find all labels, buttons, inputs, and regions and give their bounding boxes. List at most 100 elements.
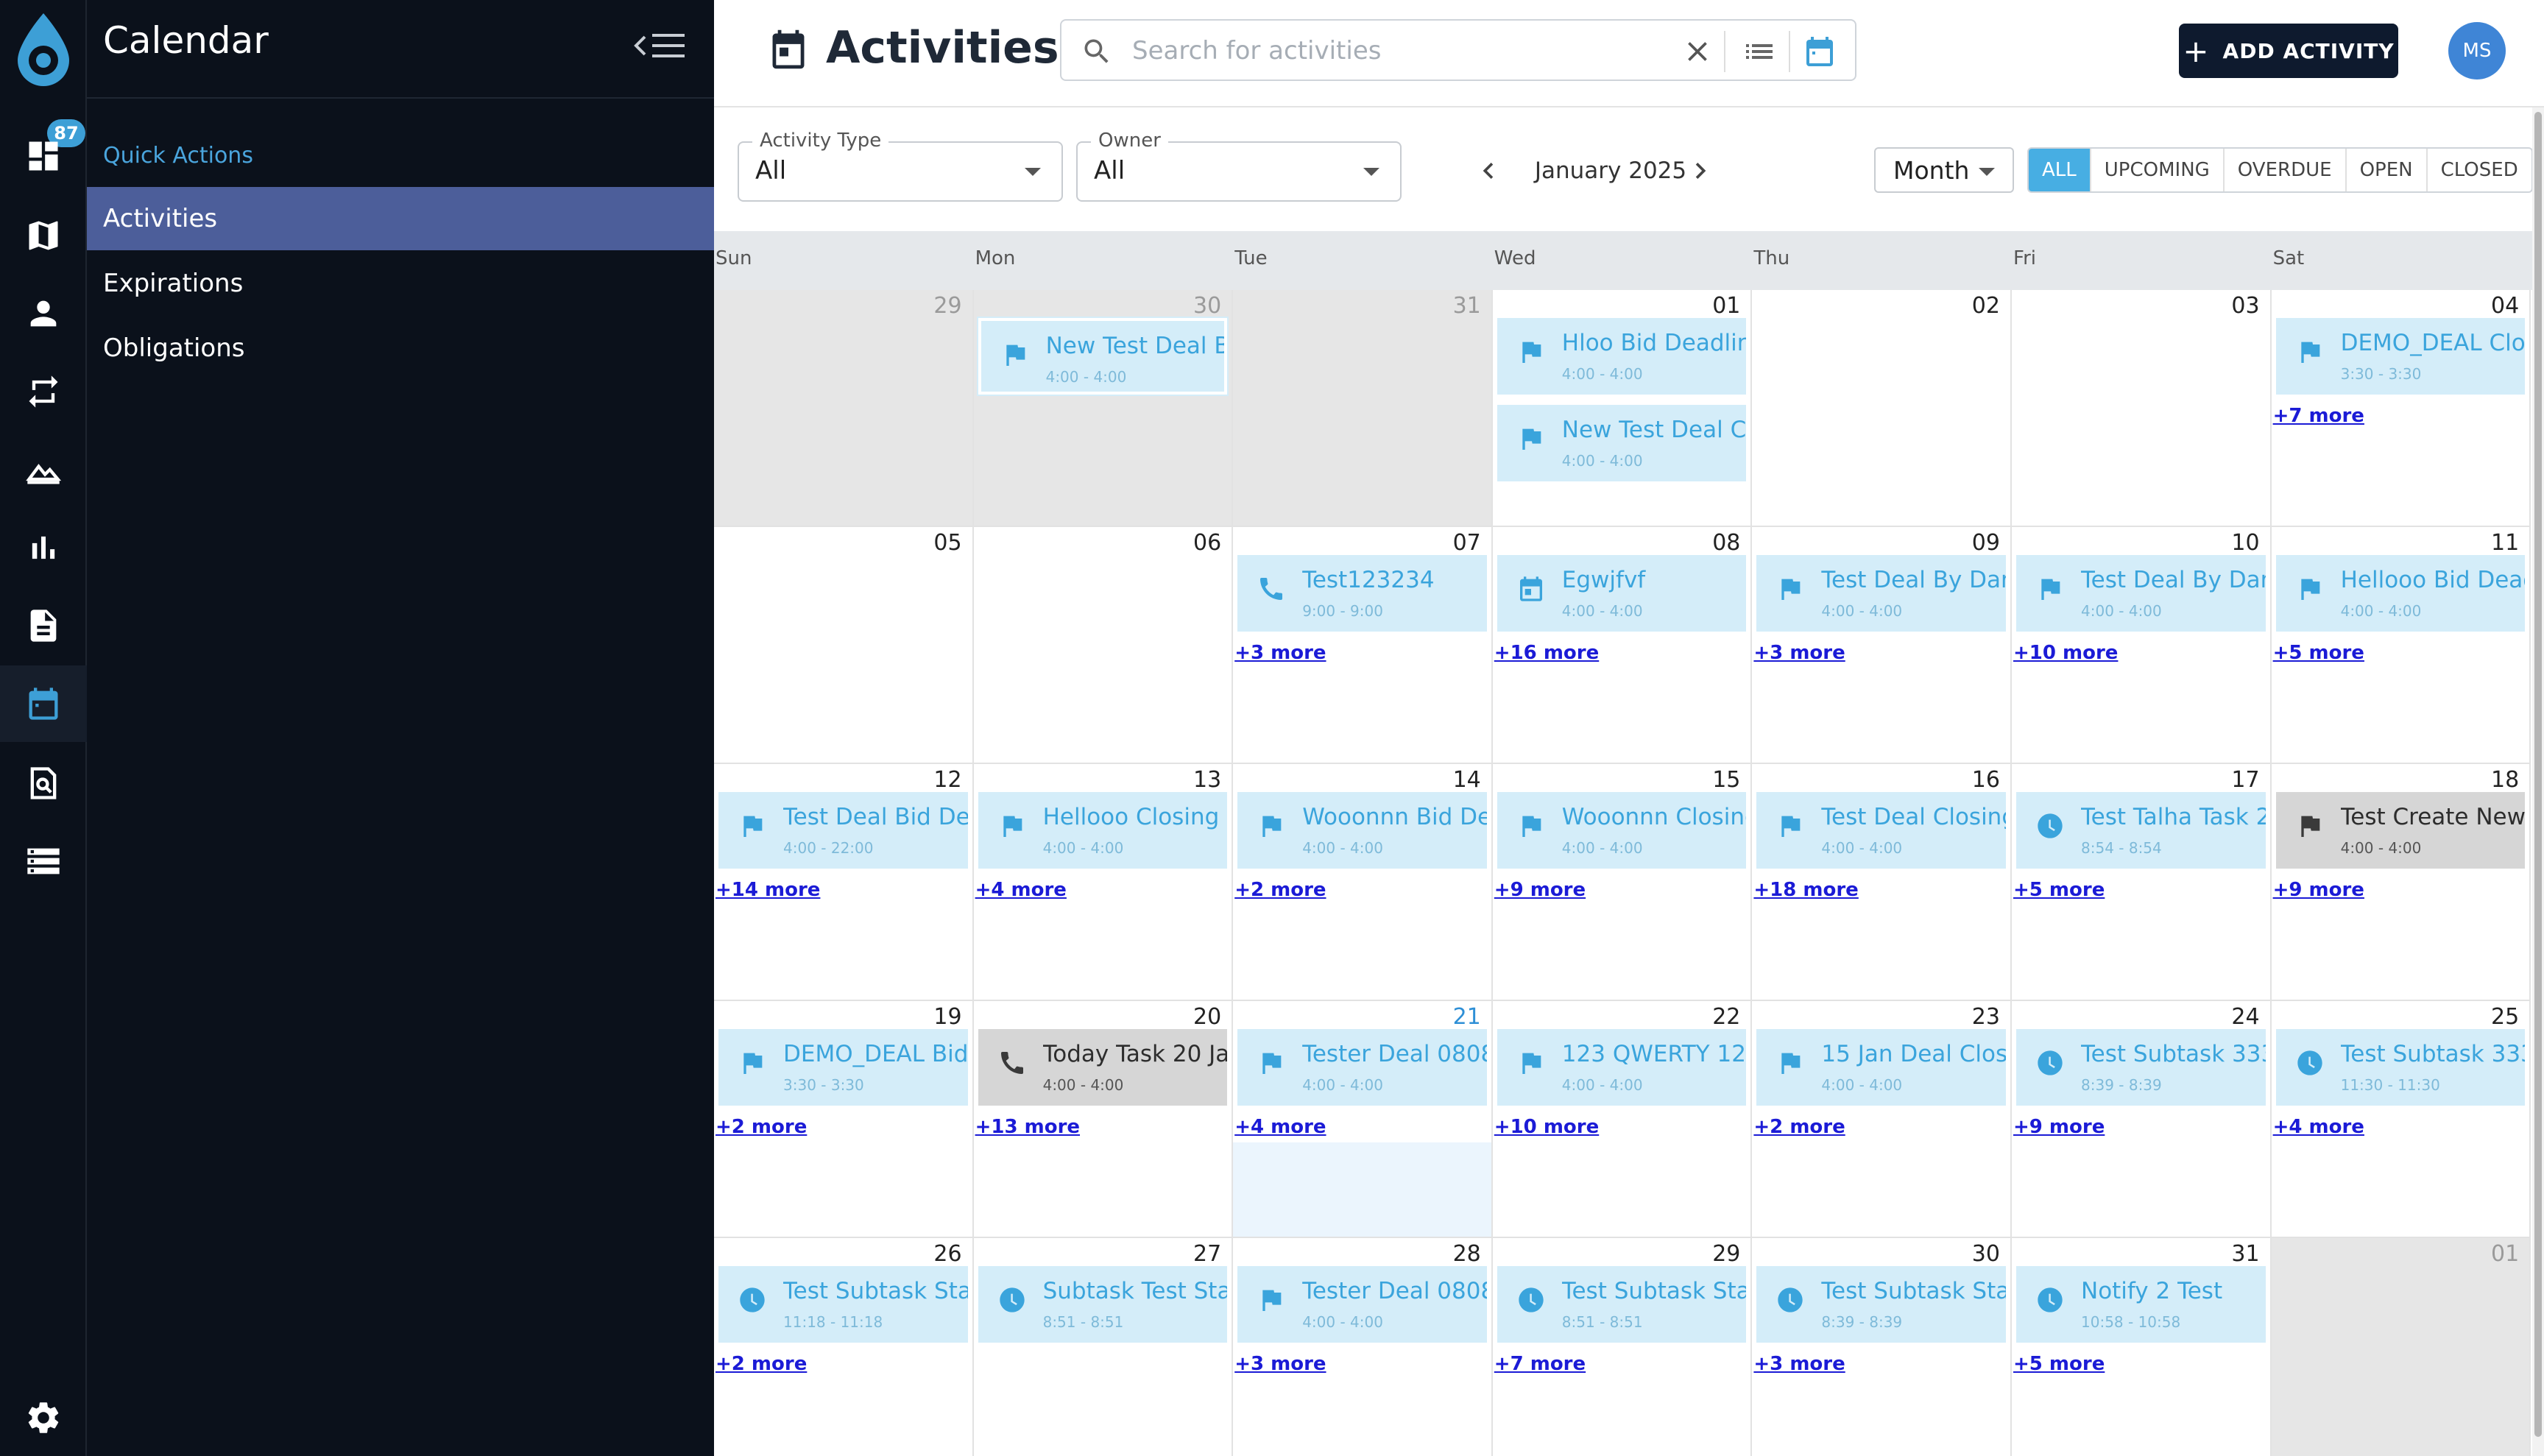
event-chip[interactable]: Today Task 20 Jan 4:00 - 4:00 [978,1029,1228,1106]
calendar-day[interactable]: 02 [1752,290,2012,527]
more-events-link[interactable]: +2 more [1234,879,1326,901]
event-chip[interactable]: Hellooo Closing 4:00 - 4:00 [978,792,1228,869]
list-view-icon[interactable] [1742,34,1777,69]
calendar-day[interactable]: 23 15 Jan Deal Closin 4:00 - 4:00 +2 more [1752,1001,2012,1238]
calendar-day[interactable]: 28 Tester Deal 0808 C 4:00 - 4:00 +3 more [1233,1238,1493,1456]
more-events-link[interactable]: +5 more [2273,642,2364,664]
status-open-button[interactable]: OPEN [2345,149,2426,191]
calendar-day[interactable]: 11 Hellooo Bid Deadli 4:00 - 4:00 +5 more [2271,527,2531,764]
more-events-link[interactable]: +10 more [1494,1116,1599,1138]
calendar-day[interactable]: 08 Egwjfvf 4:00 - 4:00 +16 more [1492,527,1753,764]
calendar-day[interactable]: 30 Test Subtask Stag 8:39 - 8:39 +3 more [1752,1238,2012,1456]
rail-calendar[interactable] [0,665,87,742]
calendar-day[interactable]: 29 [714,290,974,527]
status-all-button[interactable]: ALL [2029,149,2090,191]
more-events-link[interactable]: +2 more [716,1353,807,1375]
calendar-day[interactable]: 29 Test Subtask Stag 8:51 - 8:51 +7 more [1492,1238,1753,1456]
avatar[interactable]: MS [2448,22,2506,79]
calendar-day[interactable]: 31 Notify 2 Test 10:58 - 10:58 +5 more [2012,1238,2272,1456]
more-events-link[interactable]: +18 more [1753,879,1858,901]
previous-month-icon[interactable] [1472,155,1505,187]
more-events-link[interactable]: +16 more [1494,642,1599,664]
calendar-day[interactable]: 03 [2012,290,2272,527]
calendar-day[interactable]: 10 Test Deal By Dann 4:00 - 4:00 +10 more [2012,527,2272,764]
event-chip[interactable]: Test Subtask Stag 11:18 - 11:18 [718,1266,968,1343]
calendar-day[interactable]: 05 [714,527,974,764]
calendar-day[interactable]: 04 DEMO_DEAL Closin 3:30 - 3:30 +7 more [2271,290,2531,527]
calendar-day[interactable]: 14 Wooonnn Bid Dead 4:00 - 4:00 +2 more [1233,764,1493,1001]
calendar-day[interactable]: 17 Test Talha Task 2 8:54 - 8:54 +5 more [2012,764,2272,1001]
event-chip[interactable]: Egwjfvf 4:00 - 4:00 [1497,555,1747,632]
event-chip[interactable]: DEMO_DEAL Closin 3:30 - 3:30 [2275,318,2526,395]
event-chip[interactable]: Test Deal Bid Dead 4:00 - 22:00 [718,792,968,869]
event-chip[interactable]: Wooonnn Closing 4:00 - 4:00 [1497,792,1747,869]
more-events-link[interactable]: +5 more [2013,1353,2105,1375]
calendar-day[interactable]: 20 Today Task 20 Jan 4:00 - 4:00 +13 more [973,1001,1234,1238]
more-events-link[interactable]: +4 more [975,879,1067,901]
next-month-icon[interactable] [1684,155,1717,187]
event-chip[interactable]: Wooonnn Bid Dead 4:00 - 4:00 [1237,792,1487,869]
more-events-link[interactable]: +3 more [1234,1353,1326,1375]
view-mode-select[interactable]: Month [1874,147,2014,193]
more-events-link[interactable]: +9 more [1494,879,1586,901]
rail-reports[interactable] [0,509,87,586]
event-chip[interactable]: Test Talha Task 2 8:54 - 8:54 [2016,792,2266,869]
calendar-day[interactable]: 22 123 QWERTY 123 Cl 4:00 - 4:00 +10 more [1492,1001,1753,1238]
calendar-day[interactable]: 01 [2271,1238,2531,1456]
calendar-day[interactable]: 09 Test Deal By Dann 4:00 - 4:00 +3 more [1752,527,2012,764]
event-chip[interactable]: Test Create New D 4:00 - 4:00 [2275,792,2526,869]
event-chip[interactable]: New Test Deal Clo 4:00 - 4:00 [1497,405,1747,481]
event-chip[interactable]: Test Deal Closing 4:00 - 4:00 [1756,792,2006,869]
event-chip[interactable]: Hloo Bid Deadline 4:00 - 4:00 [1497,318,1747,395]
calendar-day[interactable]: 27 Subtask Test Stag 8:51 - 8:51 [973,1238,1234,1456]
calendar-day[interactable]: 13 Hellooo Closing 4:00 - 4:00 +4 more [973,764,1234,1001]
rail-landscape[interactable] [0,431,87,508]
more-events-link[interactable]: +7 more [2273,405,2364,427]
more-events-link[interactable]: +2 more [1753,1116,1845,1138]
more-events-link[interactable]: +13 more [975,1116,1080,1138]
more-events-link[interactable]: +10 more [2013,642,2118,664]
calendar-day[interactable]: 31 [1233,290,1493,527]
calendar-day[interactable]: 15 Wooonnn Closing 4:00 - 4:00 +9 more [1492,764,1753,1001]
event-chip[interactable]: Subtask Test Stag 8:51 - 8:51 [978,1266,1228,1343]
event-chip[interactable]: 15 Jan Deal Closin 4:00 - 4:00 [1756,1029,2006,1106]
calendar-day[interactable]: 01 Hloo Bid Deadline 4:00 - 4:00 New Test D… [1492,290,1753,527]
rail-transactions[interactable] [0,353,87,430]
event-chip[interactable]: DEMO_DEAL Bid De 3:30 - 3:30 [718,1029,968,1106]
calendar-view-icon[interactable] [1802,32,1837,71]
more-events-link[interactable]: +4 more [2273,1116,2364,1138]
more-events-link[interactable]: +5 more [2013,879,2105,901]
more-events-link[interactable]: +3 more [1753,642,1845,664]
app-logo-icon[interactable] [10,10,77,91]
more-events-link[interactable]: +9 more [2013,1116,2105,1138]
rail-document-search[interactable] [0,745,87,821]
event-chip[interactable]: Test123234 9:00 - 9:00 [1237,555,1487,632]
more-events-link[interactable]: +7 more [1494,1353,1586,1375]
more-events-link[interactable]: +3 more [1753,1353,1845,1375]
activity-type-select[interactable]: Activity Type All [738,130,1063,202]
clear-search-icon[interactable] [1681,35,1714,68]
event-chip[interactable]: Tester Deal 0808 B 4:00 - 4:00 [1237,1029,1487,1106]
owner-select[interactable]: Owner All [1076,130,1402,202]
more-events-link[interactable]: +2 more [716,1116,807,1138]
search-input[interactable] [1132,31,1662,71]
event-chip[interactable]: Test Subtask 333 11:30 - 11:30 [2275,1029,2526,1106]
rail-storage[interactable] [0,823,87,900]
scrollbar-thumb[interactable] [2534,112,2542,1437]
calendar-day[interactable]: 30 New Test Deal Bid 4:00 - 4:00 [973,290,1234,527]
scrollbar[interactable] [2532,107,2544,1456]
collapse-menu-icon[interactable] [630,26,689,65]
more-events-link[interactable]: +9 more [2273,879,2364,901]
sidebar-item-obligations[interactable]: Obligations [87,317,714,380]
calendar-day[interactable]: 16 Test Deal Closing 4:00 - 4:00 +18 more [1752,764,2012,1001]
rail-people[interactable] [0,275,87,352]
rail-dashboard[interactable] [0,118,87,194]
calendar-day[interactable]: 19 DEMO_DEAL Bid De 3:30 - 3:30 +2 more [714,1001,974,1238]
calendar-day[interactable]: 07 Test123234 9:00 - 9:00 +3 more [1233,527,1493,764]
event-chip[interactable]: Notify 2 Test 10:58 - 10:58 [2016,1266,2266,1343]
more-events-link[interactable]: +3 more [1234,642,1326,664]
calendar-day[interactable]: 12 Test Deal Bid Dead 4:00 - 22:00 +14 more [714,764,974,1001]
sidebar-item-activities[interactable]: Activities [87,187,714,250]
rail-settings[interactable] [0,1379,87,1456]
add-activity-button[interactable]: + ADD ACTIVITY [2179,24,2398,78]
